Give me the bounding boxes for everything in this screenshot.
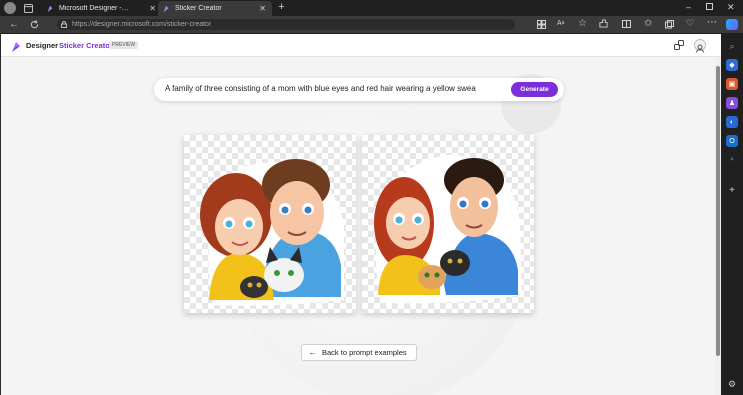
family-sticker-image-1 <box>200 159 344 306</box>
preview-badge: PREVIEW <box>109 41 139 49</box>
sticker-result-card[interactable] <box>362 135 534 313</box>
refresh-icon[interactable] <box>30 20 39 29</box>
edge-sidebar: ⌕ ◆ ▣ ♟ ◐ O ⌕ + ⚙ <box>721 34 743 395</box>
shopping-tag-icon[interactable]: ◆ <box>726 59 738 71</box>
brand-name[interactable]: Designer <box>26 41 58 50</box>
back-arrow-icon[interactable]: ← <box>9 20 19 30</box>
copilot-icon[interactable] <box>726 19 738 30</box>
extensions-icon[interactable] <box>599 19 608 28</box>
back-to-examples-button[interactable]: ← Back to prompt examples <box>301 344 417 361</box>
designer-logo-icon[interactable] <box>10 40 22 58</box>
browser-tab-strip: Microsoft Designer - Stunning d ✕ Sticke… <box>0 0 743 16</box>
microsoft-365-icon[interactable]: ◐ <box>726 116 738 128</box>
generate-button[interactable]: Generate <box>511 82 558 97</box>
app-available-icon[interactable] <box>537 20 546 29</box>
prompt-input[interactable]: A family of three consisting of a mom wi… <box>165 84 505 93</box>
sidebar-settings-gear-icon[interactable]: ⚙ <box>726 378 738 390</box>
tab-microsoft-designer[interactable]: Microsoft Designer - Stunning d ✕ <box>42 1 162 16</box>
settings-more-icon[interactable]: ⋯ <box>707 18 717 28</box>
lock-icon <box>61 21 67 28</box>
close-window-icon[interactable]: ✕ <box>727 3 735 12</box>
scrollbar-thumb[interactable] <box>716 66 720 356</box>
product-name[interactable]: Sticker Creator <box>59 41 113 50</box>
minimize-icon[interactable]: – <box>686 3 691 12</box>
close-tab-icon[interactable]: ✕ <box>259 4 266 13</box>
prompt-bar: A family of three consisting of a mom wi… <box>154 78 564 101</box>
search-icon[interactable]: ⌕ <box>726 40 738 52</box>
profile-avatar[interactable] <box>4 2 16 14</box>
add-sidebar-app-icon[interactable]: + <box>726 184 738 196</box>
address-bar[interactable]: https://designer.microsoft.com/sticker-c… <box>57 19 515 30</box>
bing-search-icon[interactable]: ⌕ <box>726 154 738 166</box>
designer-favicon-icon <box>46 5 54 13</box>
page-content: Designer Sticker Creator PREVIEW A famil… <box>0 34 721 395</box>
close-tab-icon[interactable]: ✕ <box>149 4 156 13</box>
back-arrow-icon: ← <box>308 347 317 357</box>
new-tab-icon[interactable]: + <box>276 2 287 13</box>
games-icon[interactable]: ♟ <box>726 97 738 109</box>
share-icon[interactable] <box>674 40 684 50</box>
url-text: https://designer.microsoft.com/sticker-c… <box>72 21 212 28</box>
family-sticker-image-2 <box>374 154 522 304</box>
maximize-icon[interactable] <box>706 3 713 10</box>
designer-favicon-icon <box>162 5 170 13</box>
outlook-icon[interactable]: O <box>726 135 738 147</box>
tab-actions-icon[interactable] <box>23 3 33 13</box>
browser-essentials-icon[interactable]: ♡ <box>686 19 694 28</box>
tab-sticker-creator[interactable]: Sticker Creator ✕ <box>158 1 272 16</box>
user-avatar[interactable] <box>694 39 706 53</box>
tab-label: Microsoft Designer - Stunning d <box>59 5 129 12</box>
back-button-label: Back to prompt examples <box>322 348 407 357</box>
favorites-icon[interactable]: ✩ <box>644 19 652 29</box>
tools-icon[interactable]: ▣ <box>726 78 738 90</box>
split-screen-icon[interactable] <box>622 20 631 28</box>
read-aloud-icon[interactable]: Aa <box>557 20 564 27</box>
favorite-star-icon[interactable]: ☆ <box>578 19 587 29</box>
sticker-result-card[interactable] <box>184 135 356 313</box>
app-header: Designer Sticker Creator PREVIEW <box>1 34 721 57</box>
tab-label: Sticker Creator <box>175 5 222 12</box>
collections-icon[interactable] <box>665 20 674 29</box>
